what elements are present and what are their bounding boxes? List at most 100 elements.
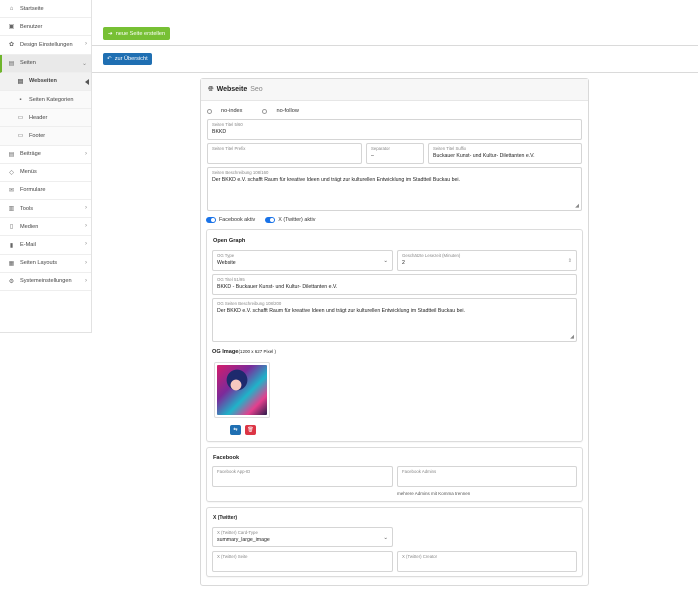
facebook-admins-field[interactable]: Facebook Admins: [397, 466, 577, 487]
field-label: Facebook App-ID: [217, 469, 251, 474]
overview-button[interactable]: ↶ zur Übersicht: [103, 53, 152, 65]
sidebar-item-label: Webseiten: [29, 78, 57, 85]
field-label: OG Seiten Beschreibung 108/200: [217, 301, 282, 306]
delete-image-button[interactable]: 🗑︎: [245, 425, 256, 435]
twitter-toggle[interactable]: [265, 217, 276, 223]
facebook-toggle[interactable]: [206, 217, 216, 223]
sidebar-item-medien[interactable]: ▯ Medien ›: [0, 218, 91, 237]
divider: [92, 45, 698, 46]
title-suffix-field[interactable]: Seiten Titel Suffix Buckauer Kunst- und …: [428, 143, 582, 164]
chevron-right-icon: ›: [85, 241, 87, 248]
card-title: Webseite: [216, 86, 248, 93]
field-value: 2: [402, 259, 405, 266]
trash-icon: 🗑︎: [247, 427, 254, 433]
field-value: Der BKKD e.V. schafft Raum für kreative …: [212, 176, 460, 183]
sidebar-item-label: Seiten: [20, 60, 36, 67]
og-image-label: OG Image: [212, 349, 239, 355]
sidebar-item-label: Seiten Layouts: [20, 260, 58, 267]
posts-icon: ▤: [8, 151, 15, 158]
sidebar: ⌂ Startseite ▣ Benutzer ✿ Design Einstellun…: [0, 0, 92, 333]
og-title-field[interactable]: OG Titel 51/95 BKKD - Buckauer Kunst- un…: [212, 274, 577, 295]
list-icon: ▤: [17, 78, 24, 85]
sidebar-item-menues[interactable]: ◇ Menüs: [0, 164, 91, 182]
chevron-down-icon: ⌄: [383, 258, 388, 264]
twitter-card-type-select[interactable]: X (Twitter) Card-Type summary_large_imag…: [212, 527, 393, 547]
description-textarea[interactable]: Seiten Beschreibung 108/160 Der BKKD e.V…: [207, 167, 582, 211]
swap-icon: ⇆: [233, 427, 238, 433]
chevron-right-icon: ›: [85, 223, 87, 230]
pages-icon: ▤: [8, 60, 15, 67]
og-image-size: (1200 x 627 Pixel ): [238, 349, 276, 354]
new-page-button[interactable]: ➔ neue Seite erstellen: [103, 27, 171, 40]
sidebar-item-email[interactable]: ▮ E-Mail ›: [0, 236, 91, 255]
globe-icon: 🌐︎: [208, 85, 214, 93]
section-title: X (Twitter): [213, 515, 238, 521]
mail-icon: ▮: [9, 242, 14, 249]
noindex-radio[interactable]: [207, 108, 212, 114]
read-time-input[interactable]: Geschätzte Lesezeit (Minuten) 2 ⇕: [397, 250, 577, 271]
og-image-heading: OG Image(1200 x 627 Pixel ): [212, 349, 276, 355]
sidebar-item-label: Formulare: [20, 187, 46, 194]
chevron-right-icon: ›: [85, 205, 87, 212]
user-icon: ▣: [8, 24, 15, 31]
title-prefix-field[interactable]: Seiten Titel Prefix: [207, 143, 362, 164]
bookmark-icon: ▪: [19, 96, 22, 103]
field-label: OG Type: [217, 253, 235, 258]
facebook-app-id-field[interactable]: Facebook App-ID: [212, 466, 393, 487]
sidebar-item-label: Benutzer: [20, 23, 43, 30]
field-label: Separator: [371, 146, 390, 151]
sidebar-item-seiten[interactable]: ▤ Seiten ⌄: [0, 54, 91, 73]
swap-image-button[interactable]: ⇆: [230, 425, 241, 435]
field-value: summary_large_image: [217, 536, 270, 543]
sidebar-item-footer[interactable]: ▭ Footer: [0, 127, 91, 146]
palette-icon: ✿: [8, 42, 15, 49]
sidebar-item-label: Beiträge: [20, 151, 41, 158]
sidebar-item-seiten-layouts[interactable]: ▦ Seiten Layouts ›: [0, 255, 91, 273]
og-description-textarea[interactable]: OG Seiten Beschreibung 108/200 Der BKKD …: [212, 298, 577, 342]
undo-arrow-icon: ↶: [107, 56, 112, 62]
og-type-select[interactable]: OG Type Website ⌄: [212, 250, 393, 271]
card-title-suffix: Seo: [250, 86, 263, 93]
facebook-toggle-label: Facebook aktiv: [219, 217, 256, 223]
field-label: X (Twitter) Creator: [402, 554, 438, 559]
arrow-right-icon: ➔: [108, 30, 113, 37]
field-label: Seiten Titel Prefix: [212, 146, 246, 151]
separator-field[interactable]: Separator –: [366, 143, 424, 164]
settings-icon: ⚙: [8, 278, 15, 285]
sidebar-item-label: Menüs: [20, 169, 37, 176]
sidebar-item-beitraege[interactable]: ▤ Beiträge ›: [0, 146, 91, 164]
field-label: Seiten Titel Suffix: [433, 146, 467, 151]
menu-icon: ◇: [9, 169, 14, 176]
twitter-site-field[interactable]: X (Twitter) Seite: [212, 551, 393, 572]
twitter-creator-field[interactable]: X (Twitter) Creator: [397, 551, 577, 572]
sidebar-item-formulare[interactable]: ✉ Formulare: [0, 182, 91, 201]
sidebar-item-header[interactable]: ▭ Header: [0, 109, 91, 128]
field-label: Facebook Admins: [402, 469, 437, 474]
stepper-icon[interactable]: ⇕: [568, 258, 572, 264]
sidebar-item-tools[interactable]: ▥ Tools ›: [0, 200, 91, 219]
sidebar-item-label: Design Einstellungen: [20, 41, 73, 48]
sidebar-item-label: Systemeinstellungen: [20, 278, 72, 285]
sidebar-item-systemeinstellungen[interactable]: ⚙ Systemeinstellungen ›: [0, 273, 91, 291]
og-image-artwork: [217, 365, 267, 415]
field-label: Seiten Titel 5/60: [212, 122, 243, 127]
sidebar-item-design-einstellungen[interactable]: ✿ Design Einstellungen ›: [0, 36, 91, 55]
resize-handle-icon[interactable]: ◢: [575, 203, 579, 209]
resize-handle-icon[interactable]: ◢: [570, 334, 574, 340]
sidebar-item-startseite[interactable]: ⌂ Startseite: [0, 0, 91, 19]
sidebar-item-seiten-kategorien[interactable]: ▪ Seiten Kategorien: [0, 90, 91, 110]
og-image-preview[interactable]: [214, 362, 270, 418]
chevron-down-icon: ⌄: [383, 535, 388, 541]
page-title-field[interactable]: Seiten Titel 5/60 BKKD: [207, 119, 582, 140]
field-value: Buckauer Kunst- und Kultur- Dilettanten …: [433, 152, 535, 159]
field-label: Seiten Beschreibung 108/160: [212, 170, 269, 175]
nofollow-radio[interactable]: [262, 108, 268, 114]
new-page-label: neue Seite erstellen: [115, 30, 166, 37]
field-label: OG Titel 51/95: [217, 277, 245, 282]
chevron-down-icon: ⌄: [81, 60, 87, 67]
field-label: X (Twitter) Card-Type: [217, 530, 258, 535]
sidebar-item-benutzer[interactable]: ▣ Benutzer: [0, 18, 91, 37]
chevron-right-icon: ›: [85, 150, 87, 157]
header-icon: ▭: [17, 115, 24, 122]
sidebar-item-webseiten[interactable]: ▤ Webseiten: [0, 72, 91, 91]
